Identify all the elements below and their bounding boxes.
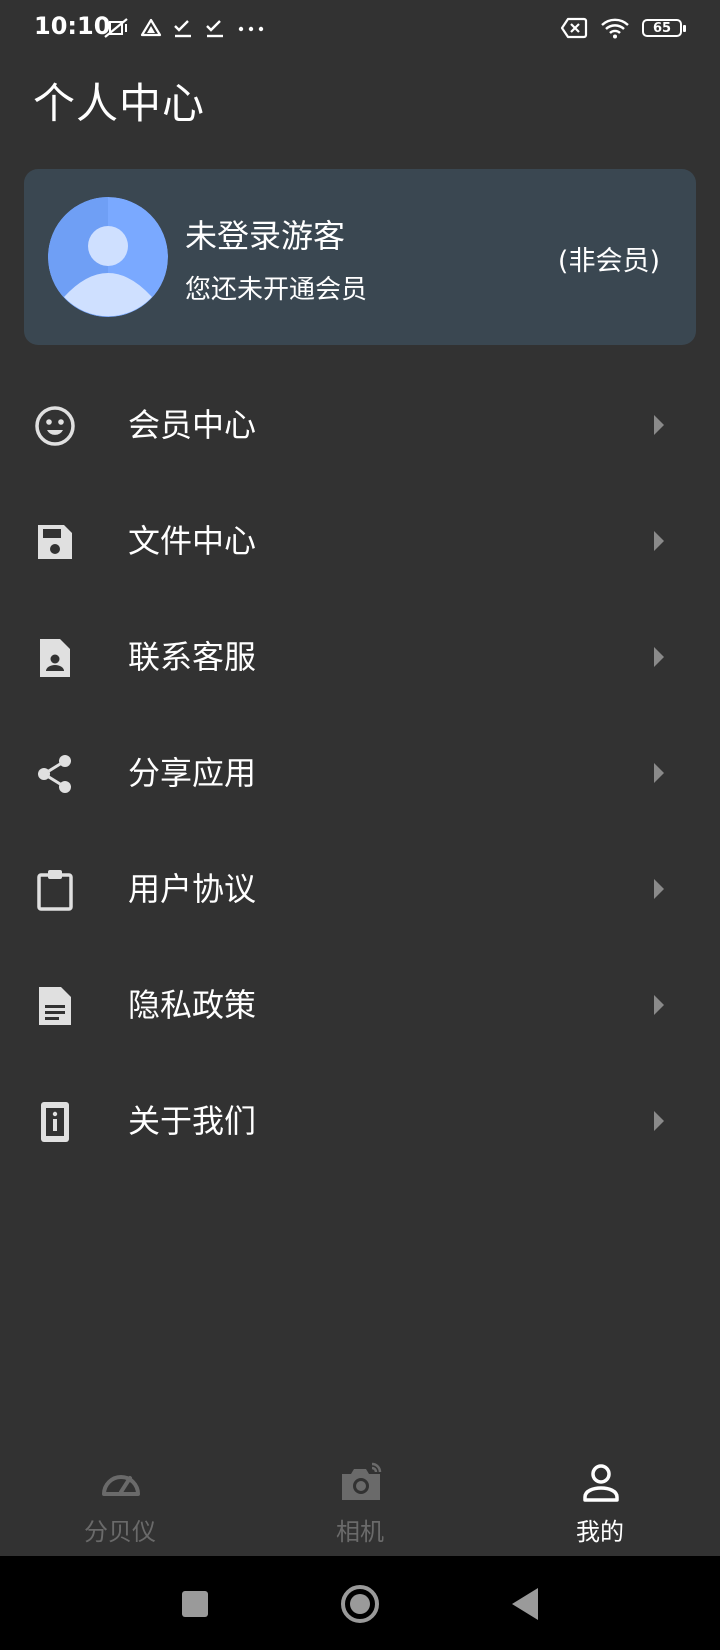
more-dots-icon (236, 17, 266, 39)
page-title: 个人中心 (33, 79, 206, 128)
menu-item-label: 文件中心 (128, 522, 257, 560)
profile-card[interactable]: 未登录游客 您还未开通会员 (非会员) (24, 169, 696, 345)
check-icon (204, 17, 226, 39)
menu-item-label: 会员中心 (128, 406, 257, 444)
wifi-icon (600, 17, 630, 39)
chevron-right-icon (652, 647, 666, 667)
profile-subtitle: 您还未开通会员 (185, 275, 368, 305)
membership-status: (非会员) (557, 246, 660, 277)
chevron-right-icon (652, 879, 666, 899)
square-icon (182, 1591, 208, 1617)
home-button[interactable] (340, 1584, 380, 1624)
tab-label: 分贝仪 (84, 1518, 156, 1546)
menu-item-file-center[interactable]: 文件中心 (0, 483, 720, 599)
tab-mine[interactable]: 我的 (480, 1442, 720, 1556)
battery-level: 65 (652, 20, 672, 36)
save-icon (34, 521, 76, 563)
menu-item-label: 用户协议 (128, 870, 257, 908)
contact-card-icon (34, 637, 76, 679)
document-icon (34, 985, 76, 1027)
tab-label: 我的 (576, 1518, 624, 1546)
share-icon (34, 753, 76, 795)
bottom-nav: 分贝仪 相机 我的 (0, 1442, 720, 1556)
person-icon (580, 1462, 622, 1504)
drive-icon (140, 17, 162, 39)
info-icon (34, 1101, 76, 1143)
recent-apps-button[interactable] (175, 1584, 215, 1624)
battery-icon: 65 (642, 19, 686, 37)
back-button[interactable] (505, 1584, 545, 1624)
tab-decibel-meter[interactable]: 分贝仪 (0, 1442, 240, 1556)
status-bar: 10:10 65 (0, 0, 720, 56)
status-time: 10:10 (34, 12, 111, 40)
menu-item-privacy-policy[interactable]: 隐私政策 (0, 947, 720, 1063)
menu-item-label: 联系客服 (128, 638, 257, 676)
menu-item-member-center[interactable]: 会员中心 (0, 367, 720, 483)
status-right-icons: 65 (560, 12, 686, 44)
muted-vibrate-icon (102, 16, 130, 40)
camera-icon (340, 1462, 382, 1504)
tab-label: 相机 (336, 1518, 384, 1546)
clipboard-icon (34, 869, 76, 911)
tab-camera[interactable]: 相机 (240, 1442, 480, 1556)
check-icon (172, 17, 194, 39)
status-left-icons (102, 12, 266, 44)
gauge-icon (100, 1462, 142, 1504)
menu-item-about-us[interactable]: 关于我们 (0, 1063, 720, 1179)
smiley-icon (34, 405, 76, 447)
sim-off-icon (560, 17, 588, 39)
menu-item-user-agreement[interactable]: 用户协议 (0, 831, 720, 947)
menu-item-share-app[interactable]: 分享应用 (0, 715, 720, 831)
menu-item-label: 关于我们 (128, 1102, 257, 1140)
chevron-right-icon (652, 415, 666, 435)
profile-name: 未登录游客 (185, 217, 346, 255)
back-triangle-icon (512, 1588, 538, 1620)
menu-item-label: 隐私政策 (128, 986, 257, 1024)
chevron-right-icon (652, 763, 666, 783)
chevron-right-icon (652, 1111, 666, 1131)
avatar-person-icon (48, 197, 168, 317)
menu-list: 会员中心 文件中心 联系客服 分享应用 用户协议 隐私政策 关于我们 (0, 367, 720, 1179)
avatar (48, 197, 168, 317)
system-nav-bar (0, 1556, 720, 1650)
chevron-right-icon (652, 995, 666, 1015)
menu-item-label: 分享应用 (128, 754, 257, 792)
chevron-right-icon (652, 531, 666, 551)
menu-item-customer-service[interactable]: 联系客服 (0, 599, 720, 715)
circle-icon (341, 1585, 379, 1623)
